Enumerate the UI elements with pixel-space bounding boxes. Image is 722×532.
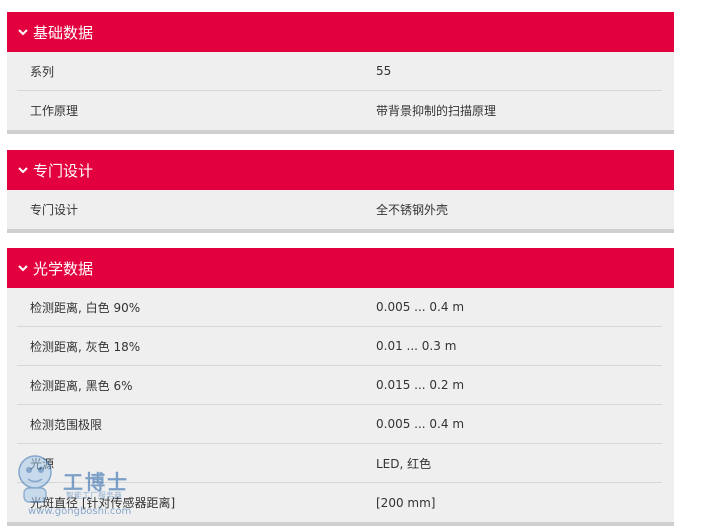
section-title: 专门设计 [33, 161, 94, 180]
row-value: [200 mm] [376, 495, 436, 510]
table-row: 检测距离, 黑色 6% 0.015 ... 0.2 m [17, 366, 662, 405]
section-body: 系列 55 工作原理 带背景抑制的扫描原理 [7, 52, 674, 134]
table-row: 光源 LED, 红色 [17, 444, 662, 483]
table-row: 检测范围极限 0.005 ... 0.4 m [17, 405, 662, 444]
section-basic-data: 基础数据 系列 55 工作原理 带背景抑制的扫描原理 [7, 12, 674, 134]
row-label: 专门设计 [30, 203, 79, 217]
row-value: 全不锈钢外壳 [376, 203, 449, 217]
table-row: 光斑直径 [针对传感器距离] [200 mm] [17, 483, 662, 522]
section-title: 基础数据 [33, 23, 94, 42]
section-special-design: 专门设计 专门设计 全不锈钢外壳 [7, 150, 674, 233]
row-label: 检测距离, 白色 90% [30, 300, 141, 315]
table-row: 系列 55 [17, 52, 662, 91]
row-value: 0.015 ... 0.2 m [376, 378, 465, 392]
row-label: 检测距离, 灰色 18% [30, 339, 141, 354]
section-header-basic-data[interactable]: 基础数据 [7, 12, 674, 52]
row-value: 带背景抑制的扫描原理 [376, 104, 497, 118]
row-label: 检测范围极限 [30, 417, 103, 432]
chevron-down-icon [17, 262, 29, 274]
table-row: 专门设计 全不锈钢外壳 [17, 190, 662, 229]
row-value: LED, 红色 [376, 456, 432, 471]
section-header-special-design[interactable]: 专门设计 [7, 150, 674, 190]
table-row: 检测距离, 白色 90% 0.005 ... 0.4 m [17, 288, 662, 327]
table-row: 检测距离, 灰色 18% 0.01 ... 0.3 m [17, 327, 662, 366]
section-body: 检测距离, 白色 90% 0.005 ... 0.4 m 检测距离, 灰色 18… [7, 288, 674, 526]
row-label: 工作原理 [30, 104, 79, 118]
section-optical-data: 光学数据 检测距离, 白色 90% 0.005 ... 0.4 m 检测距离, … [7, 248, 674, 526]
section-header-optical-data[interactable]: 光学数据 [7, 248, 674, 288]
row-value: 0.005 ... 0.4 m [376, 300, 465, 314]
row-value: 0.005 ... 0.4 m [376, 417, 465, 431]
table-row: 工作原理 带背景抑制的扫描原理 [17, 91, 662, 130]
row-label: 检测距离, 黑色 6% [30, 378, 133, 393]
row-value: 55 [376, 64, 392, 78]
chevron-down-icon [17, 164, 29, 176]
row-label: 光源 [30, 456, 55, 471]
section-body: 专门设计 全不锈钢外壳 [7, 190, 674, 233]
row-value: 0.01 ... 0.3 m [376, 339, 457, 353]
row-label: 系列 [30, 64, 55, 79]
chevron-down-icon [17, 26, 29, 38]
row-label: 光斑直径 [针对传感器距离] [30, 496, 176, 510]
section-title: 光学数据 [33, 259, 94, 278]
